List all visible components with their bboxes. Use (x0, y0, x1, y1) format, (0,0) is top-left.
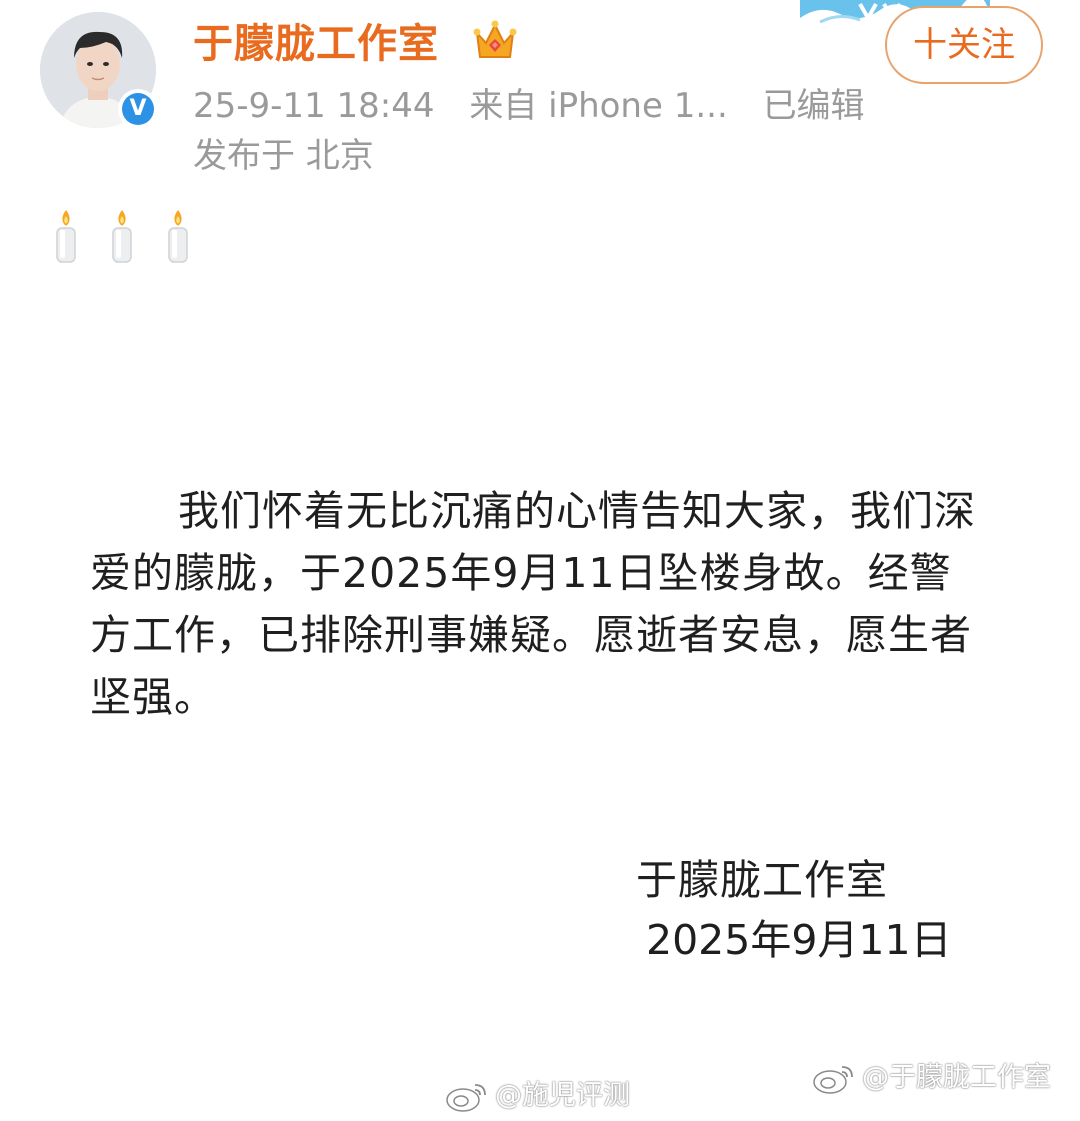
watermark-right: @于朦胧工作室 (812, 1060, 1051, 1096)
crown-icon (472, 19, 518, 63)
follow-button[interactable]: 十关注 (885, 6, 1043, 84)
weibo-logo-icon (813, 1066, 853, 1094)
post-source[interactable]: 来自 iPhone 1... (469, 86, 727, 126)
weibo-logo-icon (446, 1084, 486, 1112)
watermark-left-text: @施児评测 (495, 1080, 630, 1111)
post-body: 我们怀着无比沉痛的心情告知大家，我们深爱的朦胧，于2025年9月11日坠楼身故。… (90, 487, 976, 721)
edited-label[interactable]: 已编辑 (763, 86, 865, 126)
signature-date: 2025年9月11日 (646, 916, 952, 964)
post-timestamp: 25-9-11 18:44 (193, 86, 435, 126)
verified-badge: V (118, 89, 158, 129)
watermark-left: @施児评测 (445, 1078, 630, 1114)
emoji-row (48, 208, 196, 268)
candle-icon (160, 208, 196, 264)
username[interactable]: 于朦胧工作室 (193, 16, 439, 72)
post-meta: 25-9-11 18:44 来自 iPhone 1... 已编辑 (193, 82, 889, 130)
candle-icon (104, 208, 140, 264)
watermark-right-text: @于朦胧工作室 (862, 1062, 1051, 1093)
verified-v-icon: V (122, 93, 154, 125)
signature-name: 于朦胧工作室 (636, 856, 888, 904)
post-location: 发布于 北京 (193, 136, 374, 176)
candle-icon (48, 208, 84, 264)
